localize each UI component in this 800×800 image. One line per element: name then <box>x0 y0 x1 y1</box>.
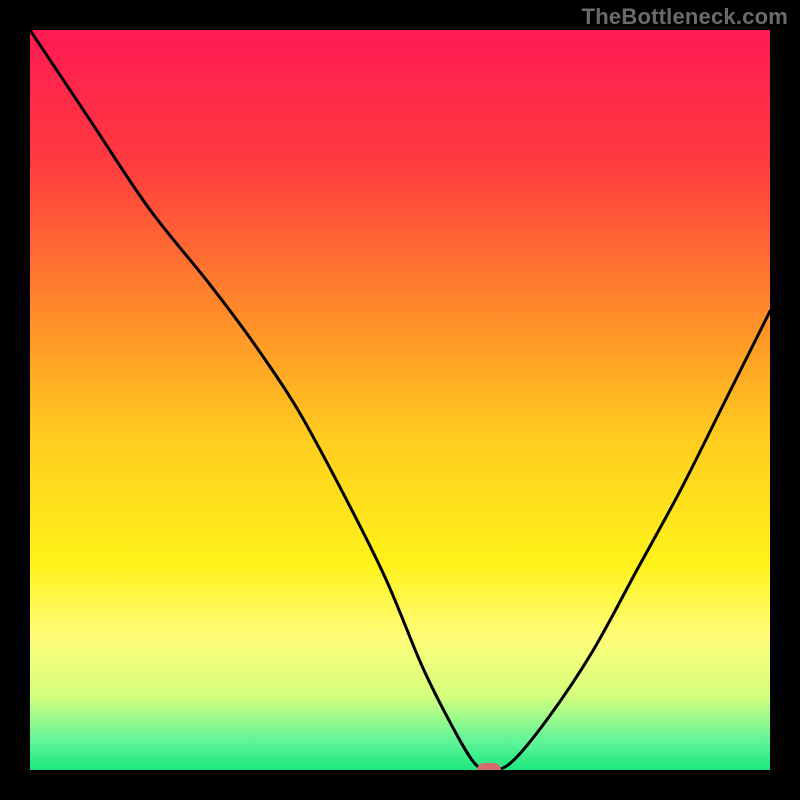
plot-area <box>30 30 770 770</box>
bottleneck-curve <box>30 30 770 770</box>
watermark-text: TheBottleneck.com <box>582 4 788 30</box>
optimal-marker <box>477 763 501 770</box>
